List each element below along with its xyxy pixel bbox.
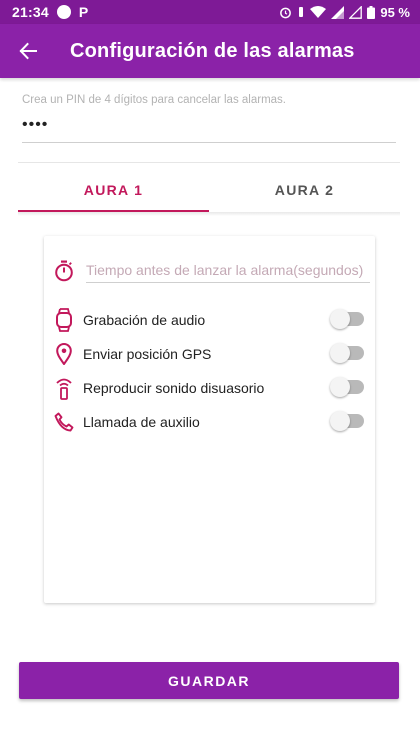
alarm-clock-icon — [280, 7, 292, 18]
battery-icon — [367, 5, 376, 19]
gps-toggle[interactable] — [330, 343, 364, 363]
signal-empty-icon — [349, 5, 363, 19]
option-label: Enviar posición GPS — [83, 346, 212, 362]
battery-level: 95 % — [380, 4, 410, 20]
option-label: Grabación de audio — [83, 312, 206, 328]
stopwatch-icon — [54, 259, 74, 283]
tab-aura-1[interactable]: AURA 1 — [18, 168, 209, 212]
pin-input[interactable] — [22, 116, 396, 143]
arrow-back-icon[interactable] — [0, 24, 56, 78]
option-label: Reproducir sonido disuasorio — [83, 380, 265, 396]
vibrate-icon — [299, 7, 304, 17]
timer-row — [54, 258, 370, 283]
option-row-call: Llamada de auxilio — [54, 407, 366, 437]
sound-toggle[interactable] — [330, 377, 364, 397]
location-pin-icon — [54, 342, 74, 366]
alarm-settings-card: Grabación de audio Enviar posición GPS R… — [44, 236, 375, 603]
status-icons: 95 % — [279, 5, 410, 20]
tab-aura-2[interactable]: AURA 2 — [209, 168, 400, 212]
phone-icon — [54, 410, 74, 434]
aura-tabs: AURA 1 AURA 2 — [18, 168, 400, 212]
signal-icon — [331, 5, 345, 19]
status-time: 21:34 — [12, 4, 49, 20]
save-button[interactable]: GUARDAR — [19, 662, 399, 699]
timer-seconds-input[interactable] — [86, 258, 370, 283]
smartwatch-icon — [54, 308, 74, 332]
tabs-shadow — [18, 212, 400, 216]
option-row-sound: Reproducir sonido disuasorio — [54, 373, 366, 403]
wifi-icon — [310, 5, 327, 18]
call-toggle[interactable] — [330, 411, 364, 431]
section-divider — [18, 162, 400, 163]
app-badge-icon: P — [78, 4, 89, 20]
pin-field-label: Crea un PIN de 4 dígitos para cancelar l… — [22, 94, 286, 106]
status-bar: 21:34 P 95 % — [0, 0, 420, 24]
speaker-signal-icon — [54, 376, 74, 400]
audio-toggle[interactable] — [330, 309, 364, 329]
page-title: Configuración de las alarmas — [70, 39, 355, 62]
option-row-gps: Enviar posición GPS — [54, 339, 366, 369]
option-label: Llamada de auxilio — [83, 414, 200, 430]
option-row-audio: Grabación de audio — [54, 305, 366, 335]
app-bar: Configuración de las alarmas — [0, 24, 420, 78]
pin-field-group: Crea un PIN de 4 dígitos para cancelar l… — [22, 94, 396, 143]
notification-dot-icon — [56, 5, 71, 19]
